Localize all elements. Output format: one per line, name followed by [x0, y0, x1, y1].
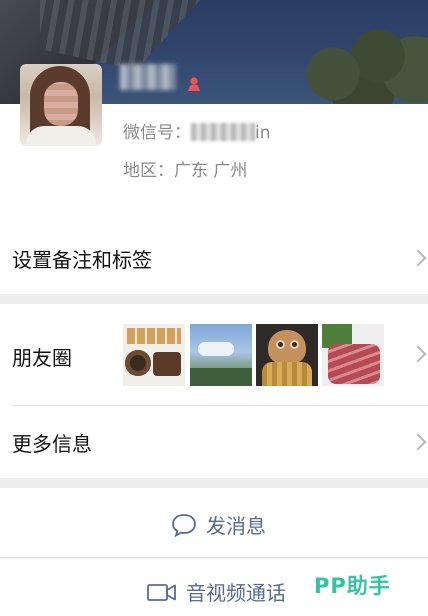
moments-label: 朋友圈	[12, 346, 72, 370]
wechat-id-suffix: in	[255, 123, 271, 143]
region-value: 广东 广州	[174, 161, 248, 181]
moments-thumbnail-cat	[256, 324, 318, 386]
set-remark-and-tags-row[interactable]: 设置备注和标签	[0, 222, 428, 294]
remark-label: 设置备注和标签	[12, 248, 152, 272]
send-message-button[interactable]: 发消息	[0, 488, 428, 558]
moments-thumbnail-sky	[190, 324, 252, 386]
wechat-id-obscured	[191, 123, 255, 141]
send-message-label: 发消息	[206, 514, 266, 538]
more-info-label: 更多信息	[12, 432, 92, 456]
cover-trees	[288, 20, 428, 104]
nickname-obscured	[120, 64, 176, 90]
moments-thumbnail-food	[123, 324, 185, 386]
chevron-right-icon	[409, 249, 427, 267]
chat-bubble-icon	[172, 513, 196, 537]
moments-thumbnail-meat	[322, 324, 384, 386]
moments-row[interactable]: 朋友圈	[0, 304, 428, 406]
video-call-label: 音视频通话	[186, 581, 286, 605]
more-info-row[interactable]: 更多信息	[0, 406, 428, 478]
video-camera-icon	[147, 583, 176, 601]
region: 地区：广东 广州	[123, 156, 247, 181]
divider	[0, 557, 428, 558]
wechat-id: 微信号： in	[123, 118, 271, 143]
pp-assistant-watermark: PP助手	[314, 574, 391, 598]
chevron-right-icon	[409, 345, 427, 363]
avatar[interactable]	[20, 64, 102, 146]
chevron-right-icon	[409, 433, 427, 451]
region-label: 地区：	[123, 161, 174, 181]
wechat-id-label: 微信号：	[123, 123, 191, 143]
female-icon	[188, 77, 200, 91]
